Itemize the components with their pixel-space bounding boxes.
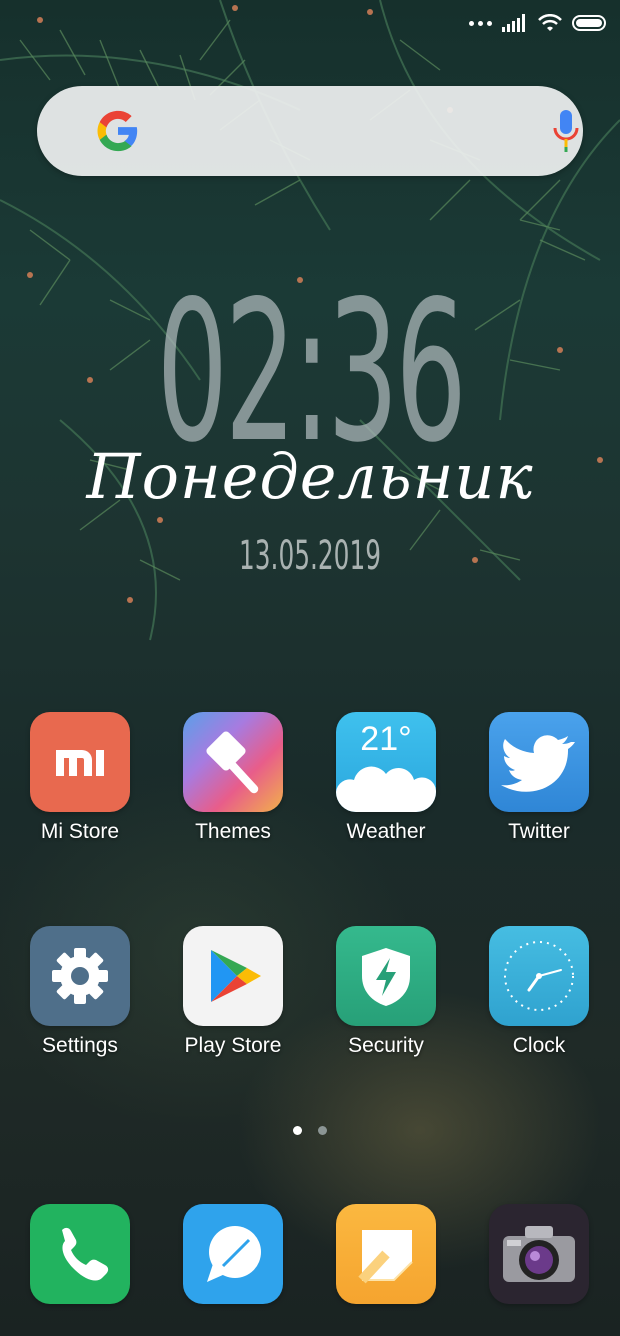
notification-dots-icon <box>469 20 492 26</box>
weather-temperature: 21° <box>360 720 412 758</box>
camera-icon <box>489 1204 589 1304</box>
app-twitter[interactable]: Twitter <box>474 712 604 844</box>
app-settings[interactable]: Settings <box>15 926 145 1058</box>
app-weather[interactable]: 21° Weather <box>321 712 451 844</box>
microphone-icon[interactable] <box>551 108 581 154</box>
battery-icon <box>572 15 606 31</box>
status-bar <box>469 10 606 36</box>
play-store-icon <box>183 926 283 1026</box>
app-label: Play Store <box>184 1034 282 1057</box>
chat-bubble-icon <box>183 1204 283 1304</box>
page-dot[interactable] <box>318 1126 327 1135</box>
page-indicator <box>0 1126 620 1135</box>
gear-icon <box>30 926 130 1026</box>
twitter-bird-icon <box>489 712 589 812</box>
paintbrush-icon <box>183 712 283 812</box>
signal-icon <box>502 14 525 32</box>
mi-logo-icon <box>30 712 130 812</box>
phone-icon <box>30 1204 130 1304</box>
app-clock[interactable]: Clock <box>474 926 604 1058</box>
shield-bolt-icon <box>336 926 436 1026</box>
dock-phone[interactable] <box>15 1204 145 1304</box>
clock-weekday: Понедельник <box>86 440 534 513</box>
dock-camera[interactable] <box>474 1204 604 1304</box>
app-label: Twitter <box>508 820 570 843</box>
app-label: Mi Store <box>40 820 120 843</box>
clock-icon <box>489 926 589 1026</box>
app-label: Weather <box>346 820 426 843</box>
app-mi-store[interactable]: Mi Store <box>15 712 145 844</box>
app-play-store[interactable]: Play Store <box>168 926 298 1058</box>
note-icon <box>336 1204 436 1304</box>
dock-messages[interactable] <box>168 1204 298 1304</box>
cloud-icon: 21° <box>336 712 436 812</box>
page-dot-active[interactable] <box>293 1126 302 1135</box>
app-label: Security <box>348 1034 424 1057</box>
app-label: Settings <box>42 1034 118 1057</box>
app-label: Clock <box>512 1034 566 1057</box>
wifi-icon <box>538 14 562 31</box>
google-search-bar[interactable] <box>37 86 583 176</box>
clock-date: 13.05.2019 <box>239 533 381 579</box>
app-label: Themes <box>195 820 271 843</box>
app-themes[interactable]: Themes <box>168 712 298 844</box>
app-security[interactable]: Security <box>321 926 451 1058</box>
google-g-icon <box>97 110 138 152</box>
dock-notes[interactable] <box>321 1204 451 1304</box>
